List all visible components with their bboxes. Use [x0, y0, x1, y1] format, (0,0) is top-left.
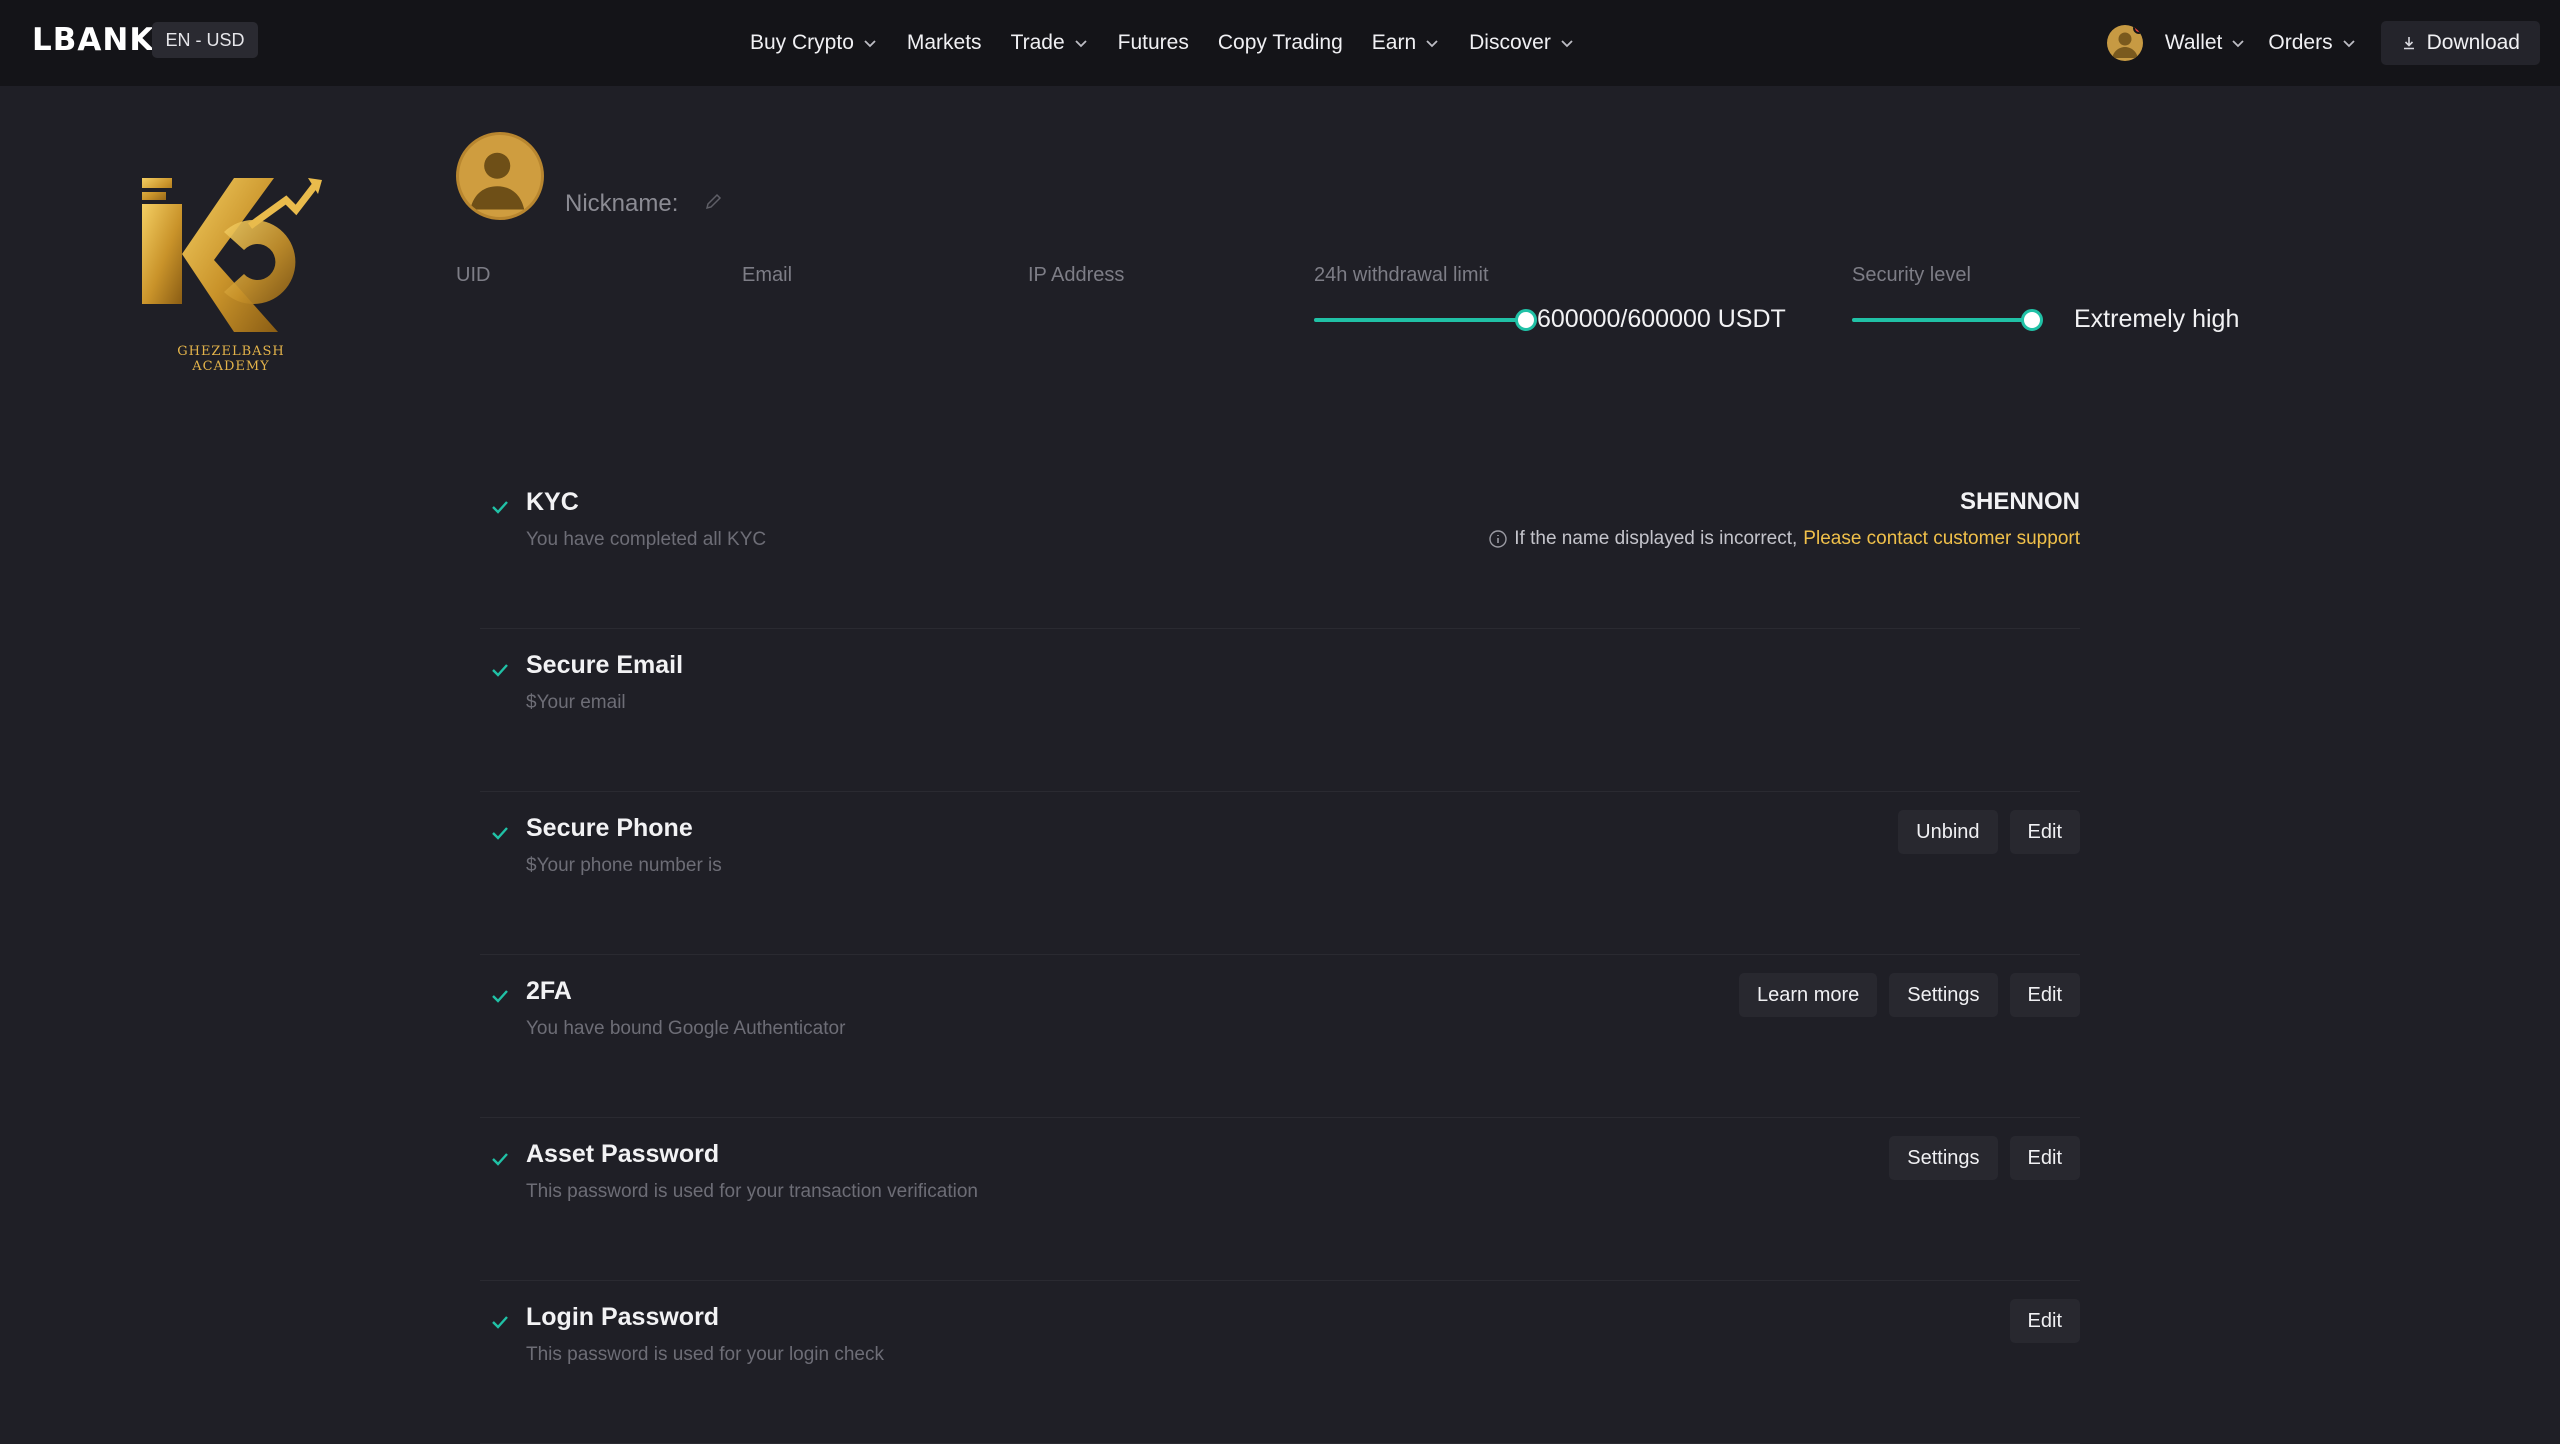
chevron-down-icon — [1559, 35, 1575, 51]
chevron-down-icon — [1424, 35, 1440, 51]
contact-support-link[interactable]: Please contact customer support — [1803, 528, 2080, 550]
withdrawal-limit-label: 24h withdrawal limit — [1314, 264, 1489, 286]
kyc-verified-name: SHENNON — [1959, 488, 2080, 515]
nav-copy-trading[interactable]: Copy Trading — [1218, 31, 1343, 55]
nav-label: Copy Trading — [1217, 31, 1343, 54]
twofa-actions: Learn more Settings Edit — [1738, 973, 2080, 1017]
nav-futures[interactable]: Futures — [1118, 31, 1189, 55]
nav-label: Discover — [1469, 31, 1551, 54]
edit-phone-button[interactable]: Edit — [2009, 810, 2080, 854]
nav-label: Wallet — [2164, 31, 2223, 54]
profile-avatar[interactable] — [456, 132, 544, 220]
language-currency-selector[interactable]: EN - USD — [152, 22, 258, 58]
secure-email-description: $Your email — [526, 692, 626, 713]
secure-email-title: Secure Email — [526, 651, 684, 679]
ghezelbash-academy-logo: GHEZELBASH ACADEMY — [138, 172, 324, 374]
login-password-actions: Edit — [2009, 1299, 2080, 1343]
secure-phone-row: Secure Phone $Your phone number is Unbin… — [480, 792, 2080, 955]
academy-emblem-icon — [142, 178, 322, 332]
top-navigation-bar: LBANK EN - USD Buy Crypto Markets Trade … — [0, 0, 2560, 86]
kyc-title: KYC — [526, 488, 579, 516]
chevron-down-icon — [2341, 35, 2357, 51]
uid-label: UID — [456, 264, 491, 286]
academy-caption: GHEZELBASH ACADEMY — [177, 344, 285, 374]
security-level-label: Security level — [1852, 264, 1971, 286]
withdrawal-limit-fill — [1314, 318, 1526, 322]
download-icon — [2403, 37, 2414, 50]
chevron-down-icon — [1073, 35, 1089, 51]
nav-wallet[interactable]: Wallet — [2165, 31, 2247, 55]
download-button[interactable]: Download — [2380, 21, 2540, 65]
asset-password-row: Asset Password This password is used for… — [480, 1118, 2080, 1281]
notification-dot — [2132, 25, 2143, 34]
check-icon — [492, 664, 508, 677]
unbind-phone-button[interactable]: Unbind — [1898, 810, 1998, 854]
twofa-description: You have bound Google Authenticator — [526, 1018, 846, 1039]
asset-password-edit-button[interactable]: Edit — [2009, 1136, 2080, 1180]
login-password-title: Login Password — [526, 1303, 720, 1331]
withdrawal-limit-value: 600000/600000 USDT — [1537, 305, 1786, 333]
user-silhouette-icon — [470, 152, 525, 210]
check-icon — [492, 1316, 508, 1329]
asset-password-settings-button[interactable]: Settings — [1889, 1136, 1998, 1180]
nav-earn[interactable]: Earn — [1372, 31, 1440, 55]
download-label: Download — [2426, 31, 2520, 54]
nav-buy-crypto[interactable]: Buy Crypto — [750, 31, 878, 55]
chevron-down-icon — [862, 35, 878, 51]
lbank-logo[interactable]: LBANK — [32, 22, 154, 58]
check-icon — [492, 990, 508, 1003]
kyc-row: KYC You have completed all KYC SHENNON I… — [480, 466, 2080, 629]
nav-label: Buy Crypto — [750, 31, 854, 54]
withdrawal-limit-bar — [1314, 309, 1537, 331]
twofa-title: 2FA — [526, 977, 572, 1005]
kyc-name-note: If the name displayed is incorrect, Plea… — [1488, 528, 2080, 550]
nav-label: Markets — [906, 31, 982, 54]
main-menu: Buy Crypto Markets Trade Futures Copy Tr… — [750, 0, 1575, 86]
asset-password-description: This password is used for your transacti… — [526, 1181, 978, 1202]
asset-password-title: Asset Password — [526, 1140, 720, 1168]
login-password-row: Login Password This password is used for… — [480, 1281, 2080, 1444]
nav-label: Orders — [2268, 31, 2333, 54]
login-password-description: This password is used for your login che… — [526, 1344, 884, 1365]
twofa-settings-button[interactable]: Settings — [1889, 973, 1998, 1017]
nav-discover[interactable]: Discover — [1469, 31, 1575, 55]
ip-address-label: IP Address — [1028, 264, 1125, 286]
kyc-description: You have completed all KYC — [526, 529, 767, 550]
secure-phone-description: $Your phone number is — [526, 855, 722, 876]
security-level-knob — [2021, 309, 2043, 331]
user-avatar[interactable] — [2106, 25, 2143, 61]
check-icon — [492, 501, 508, 514]
nav-orders[interactable]: Orders — [2268, 31, 2356, 55]
security-level-fill — [1852, 318, 2032, 322]
nav-label: Futures — [1117, 31, 1189, 54]
account-menu: Wallet Orders Download — [2106, 0, 2540, 86]
secure-phone-title: Secure Phone — [526, 814, 693, 842]
nav-label: Trade — [1010, 31, 1065, 54]
nickname-label: Nickname: — [565, 190, 679, 217]
check-icon — [492, 827, 508, 840]
nav-trade[interactable]: Trade — [1011, 31, 1089, 55]
kyc-note-text: If the name displayed is incorrect, — [1514, 528, 1798, 549]
login-password-edit-button[interactable]: Edit — [2009, 1299, 2080, 1343]
nav-markets[interactable]: Markets — [907, 31, 982, 55]
secure-email-row: Secure Email $Your email — [480, 629, 2080, 792]
twofa-edit-button[interactable]: Edit — [2009, 973, 2080, 1017]
nav-label: Earn — [1371, 31, 1417, 54]
check-icon — [492, 1153, 508, 1166]
security-level-bar — [1852, 309, 2043, 331]
asset-password-actions: Settings Edit — [1889, 1136, 2080, 1180]
chevron-down-icon — [2230, 35, 2246, 51]
withdrawal-limit-knob — [1515, 309, 1537, 331]
secure-phone-actions: Unbind Edit — [1898, 810, 2080, 854]
edit-nickname-icon[interactable] — [703, 190, 725, 212]
security-level-value: Extremely high — [2074, 305, 2240, 333]
twofa-learn-more-button[interactable]: Learn more — [1738, 973, 1878, 1017]
info-icon — [1489, 530, 1507, 548]
twofa-row: 2FA You have bound Google Authenticator … — [480, 955, 2080, 1118]
email-label: Email — [742, 264, 793, 286]
